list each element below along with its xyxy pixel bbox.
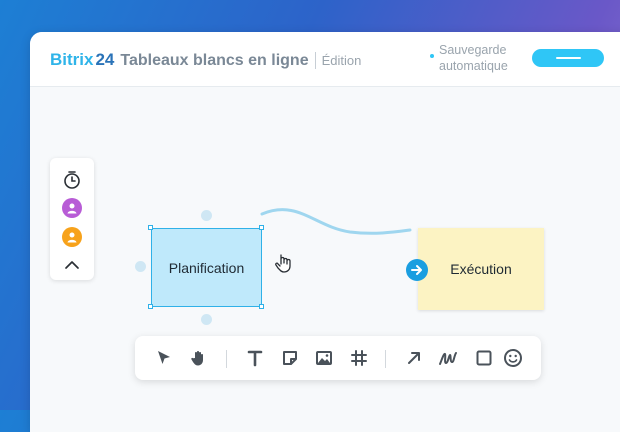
node-label: Planification (168, 259, 245, 276)
resize-handle-top-left[interactable] (148, 225, 153, 230)
user-avatar-purple[interactable] (61, 197, 83, 219)
text-icon (247, 350, 263, 367)
node-planification[interactable]: Planification (151, 228, 262, 307)
collapse-panel-button[interactable] (61, 254, 83, 276)
arrow-icon (408, 352, 420, 364)
autosave-indicator-dot (430, 54, 434, 58)
select-tool[interactable] (153, 347, 175, 369)
mode-label: Édition (321, 53, 362, 68)
app-header: Bitrix 24 Tableaux blancs en ligne Éditi… (30, 32, 620, 87)
arrow-right-icon (411, 265, 422, 275)
brand-logo-number: 24 (95, 50, 115, 69)
image-icon (316, 351, 332, 365)
title-divider (314, 51, 316, 69)
avatar (62, 198, 82, 218)
app-window: Bitrix 24 Tableaux blancs en ligne Éditi… (30, 32, 620, 432)
emoji-icon (504, 349, 522, 367)
connection-point-left[interactable] (135, 261, 146, 272)
shape-tool[interactable] (473, 347, 495, 369)
autosave-label: Sauvegarde automatique (439, 43, 508, 73)
user-avatar-orange[interactable] (61, 226, 83, 248)
shape-icon (476, 350, 492, 366)
pen-icon (439, 352, 457, 365)
timer-button[interactable] (61, 169, 83, 191)
avatar (62, 227, 82, 247)
connector-tool[interactable] (403, 347, 425, 369)
app-title: Tableaux blancs en ligne (120, 52, 309, 69)
hand-tool[interactable] (188, 347, 210, 369)
image-tool[interactable] (313, 347, 335, 369)
select-icon (158, 351, 170, 364)
button-line-icon (556, 57, 581, 59)
resize-handle-bottom-left[interactable] (148, 304, 153, 309)
timer-icon (64, 171, 80, 189)
bottom-toolbar (135, 336, 541, 380)
grid-icon (351, 350, 367, 366)
resize-handle-bottom-right[interactable] (259, 304, 264, 309)
side-panel (50, 158, 94, 280)
autosave-status: Sauvegarde automatique (430, 42, 529, 74)
node-execution[interactable]: Exécution (418, 228, 544, 310)
text-tool[interactable] (244, 347, 266, 369)
connector-arrow-button[interactable] (406, 259, 428, 281)
user-icon (67, 203, 77, 214)
connection-point-top[interactable] (201, 210, 212, 221)
pen-tool[interactable] (437, 347, 459, 369)
toolbar-divider (385, 350, 386, 368)
connector-line[interactable] (260, 208, 412, 235)
whiteboard-canvas[interactable]: Planification Exécution (30, 87, 620, 432)
resize-handle-top-right[interactable] (259, 225, 264, 230)
brand-title: Bitrix 24 Tableaux blancs en ligne Éditi… (50, 50, 361, 70)
toolbar-divider (226, 350, 227, 368)
brand-logo-text: Bitrix (50, 50, 94, 69)
sticky-note-icon (283, 351, 297, 365)
header-action-button[interactable] (532, 49, 604, 67)
hand-icon (191, 351, 203, 366)
emoji-tool[interactable] (502, 347, 524, 369)
connection-point-bottom[interactable] (201, 314, 212, 325)
frame-tool[interactable] (348, 347, 370, 369)
node-label: Exécution (450, 261, 512, 277)
hand-cursor-icon (275, 254, 291, 273)
chevron-up-icon (65, 261, 79, 269)
sticky-note-tool[interactable] (279, 347, 301, 369)
user-icon (67, 232, 77, 243)
